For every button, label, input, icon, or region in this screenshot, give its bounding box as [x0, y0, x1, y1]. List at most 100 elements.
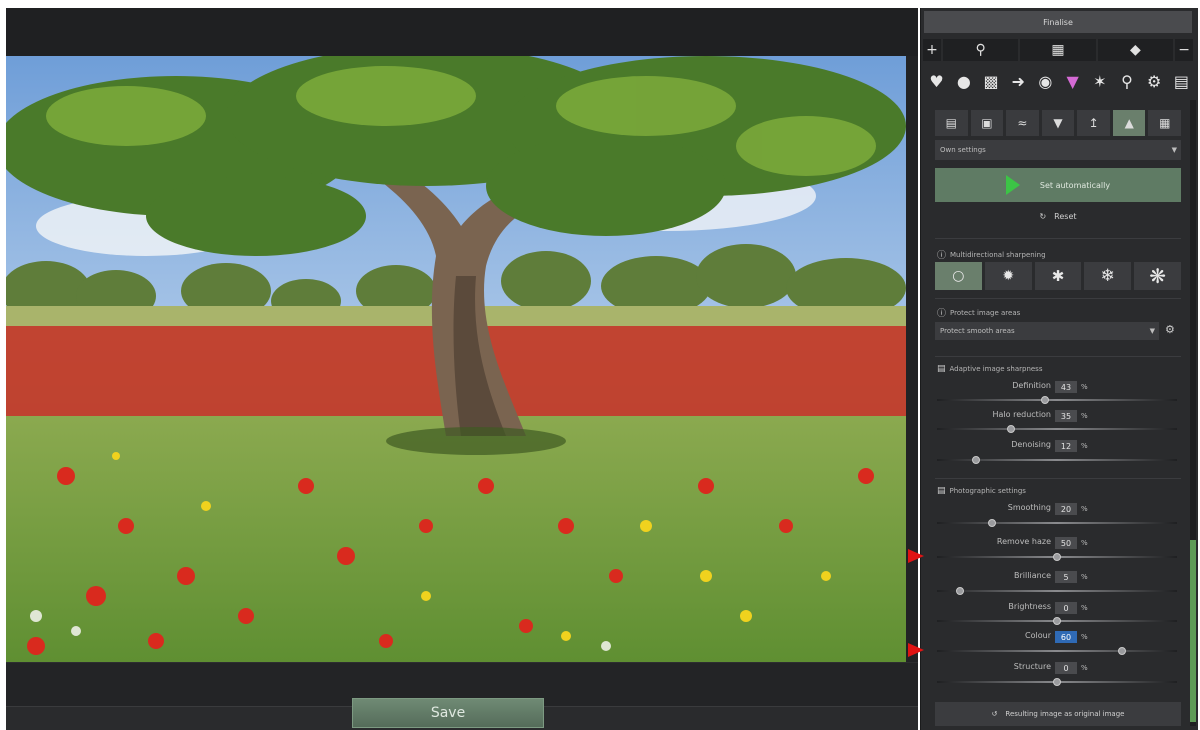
minus-icon[interactable]: − — [1175, 39, 1193, 61]
set-automatically-button[interactable]: Set automatically — [935, 168, 1181, 202]
smoothing-slider[interactable] — [937, 519, 1177, 527]
remove-haze-unit: % — [1081, 539, 1088, 547]
colour-label: Colour — [1025, 631, 1051, 640]
sharpen-dir-1-button[interactable]: ○ — [935, 262, 982, 290]
remove-haze-slider[interactable] — [937, 553, 1177, 561]
denoising-value[interactable]: 12 — [1055, 440, 1077, 452]
smoothing-unit: % — [1081, 505, 1088, 513]
tab-landscape[interactable]: ▲ — [1112, 110, 1146, 136]
halo-reduction-label: Halo reduction — [992, 410, 1051, 419]
adaptive-heading: ▤ Adaptive image sharpness — [937, 364, 1042, 374]
smoothing-label: Smoothing — [1007, 503, 1051, 512]
structure-slider-knob[interactable] — [1053, 678, 1061, 686]
plus-icon[interactable]: + — [923, 39, 941, 61]
chevron-down-icon: ▼ — [1149, 327, 1155, 335]
landscape-photo — [6, 56, 906, 662]
image-icon[interactable]: ▩ — [979, 69, 1002, 93]
definition-label: Definition — [1012, 381, 1051, 390]
brilliance-value[interactable]: 5 — [1055, 571, 1077, 583]
sharpen-dir-3-button[interactable]: ✱ — [1034, 262, 1082, 290]
play-icon — [1005, 175, 1020, 195]
tab-upload[interactable]: ↥ — [1077, 110, 1110, 136]
structure-value[interactable]: 0 — [1055, 662, 1077, 674]
denoising-slider-knob[interactable] — [971, 456, 980, 464]
protect-areas-dropdown[interactable]: Protect smooth areas ▼ — [935, 322, 1159, 340]
reset-icon: ↻ — [1039, 211, 1047, 221]
sharpen-dir-5-button[interactable]: ❋ — [1134, 262, 1181, 290]
halo-reduction-unit: % — [1081, 412, 1088, 420]
reset-label: Reset — [1054, 211, 1077, 221]
globe-icon[interactable]: ● — [952, 69, 975, 93]
save-button[interactable]: Save — [352, 698, 544, 728]
brightness-value[interactable]: 0 — [1055, 602, 1077, 614]
brightness-slider[interactable] — [937, 617, 1177, 625]
brush-icon[interactable]: ➜ — [1007, 69, 1030, 93]
sharpness-icon: ▤ — [937, 364, 946, 374]
remove-haze-value[interactable]: 50 — [1055, 537, 1077, 549]
chevron-down-icon: ▼ — [1171, 146, 1177, 154]
protect-label: Protect image areas — [950, 308, 1021, 317]
denoising-slider[interactable] — [937, 456, 1177, 464]
heart-icon[interactable]: ♥ — [925, 69, 948, 93]
finalise-panel: Finalise + ⚲ ▦ ◆ − ♥ ● ▩ ➜ ◉ ▼ ✶ ⚲ ⚙ ▤ ▤… — [920, 8, 1198, 730]
sharpening-direction-row: ○ ✹ ✱ ❄ ❋ — [935, 262, 1181, 290]
brilliance-slider-knob[interactable] — [955, 587, 964, 595]
halo-reduction-value[interactable]: 35 — [1055, 410, 1077, 422]
tab-gem[interactable]: ▼ — [1041, 110, 1075, 136]
scrollbar-thumb[interactable] — [1190, 540, 1196, 722]
reset-button[interactable]: ↻ Reset — [935, 208, 1181, 224]
brilliance-unit: % — [1081, 573, 1088, 581]
tab-sharpness[interactable]: ▤ — [935, 110, 968, 136]
tool-icon-row: ♥ ● ▩ ➜ ◉ ▼ ✶ ⚲ ⚙ ▤ — [923, 66, 1193, 96]
prism-icon[interactable]: ▼ — [1061, 69, 1084, 93]
definition-slider[interactable] — [937, 396, 1177, 404]
search-icon[interactable]: ⚲ — [942, 39, 1019, 61]
result-label: Resulting image as original image — [1005, 710, 1125, 718]
halo-reduction-slider[interactable] — [937, 425, 1177, 433]
section-tabs: ▤ ▣ ≈ ▼ ↥ ▲ ▦ — [935, 110, 1182, 136]
help-icon: ⓘ — [937, 309, 947, 319]
protect-areas-value: Protect smooth areas — [940, 327, 1015, 335]
divider — [935, 238, 1181, 239]
color-wheel-icon[interactable]: ◉ — [1034, 69, 1057, 93]
definition-value[interactable]: 43 — [1055, 381, 1077, 393]
preset-dropdown[interactable]: Own settings ▼ — [935, 140, 1181, 160]
gear-icon[interactable]: ⚙ — [1165, 323, 1175, 336]
remove-haze-slider-knob[interactable] — [1053, 553, 1061, 561]
brilliance-slider[interactable] — [937, 587, 1177, 595]
tab-camera[interactable]: ▣ — [970, 110, 1004, 136]
colour-slider-knob[interactable] — [1117, 647, 1126, 655]
photographic-heading: ▤ Photographic settings — [937, 486, 1026, 496]
smoothing-slider-knob[interactable] — [988, 519, 997, 527]
photo-preview[interactable] — [6, 56, 906, 662]
help-icon: ⓘ — [937, 251, 947, 261]
magnifier-icon[interactable]: ⚲ — [1115, 69, 1138, 93]
protect-heading: ⓘ Protect image areas — [937, 306, 1021, 320]
smoothing-value[interactable]: 20 — [1055, 503, 1077, 515]
diamond-icon[interactable]: ◆ — [1097, 39, 1174, 61]
gear-icon[interactable]: ⚙ — [1143, 69, 1166, 93]
network-icon[interactable]: ✶ — [1088, 69, 1111, 93]
colour-value[interactable]: 60 — [1055, 631, 1077, 643]
compare-icon[interactable]: ▦ — [1020, 39, 1096, 61]
red-arrow-icon — [908, 549, 924, 563]
structure-slider[interactable] — [937, 678, 1177, 686]
tab-wave[interactable]: ≈ — [1006, 110, 1039, 136]
document-icon[interactable]: ▤ — [1170, 69, 1193, 93]
brightness-slider-knob[interactable] — [1053, 617, 1061, 625]
result-icon: ↺ — [991, 710, 998, 718]
set-automatically-label: Set automatically — [1039, 180, 1111, 190]
panel-scrollbar[interactable] — [1190, 100, 1196, 726]
remove-haze-label: Remove haze — [996, 537, 1051, 546]
multidirectional-heading: ⓘ Multidirectional sharpening — [937, 248, 1046, 262]
result-as-original-button[interactable]: ↺ Resulting image as original image — [935, 702, 1181, 726]
divider — [935, 356, 1181, 357]
brightness-unit: % — [1081, 604, 1088, 612]
sharpen-dir-2-button[interactable]: ✹ — [984, 262, 1032, 290]
tab-print[interactable]: ▦ — [1148, 110, 1182, 136]
halo-reduction-slider-knob[interactable] — [1006, 425, 1015, 433]
sharpen-dir-4-button[interactable]: ❄ — [1084, 262, 1132, 290]
panel-title: Finalise — [924, 11, 1192, 33]
definition-slider-knob[interactable] — [1041, 396, 1050, 404]
colour-slider[interactable] — [937, 647, 1177, 655]
